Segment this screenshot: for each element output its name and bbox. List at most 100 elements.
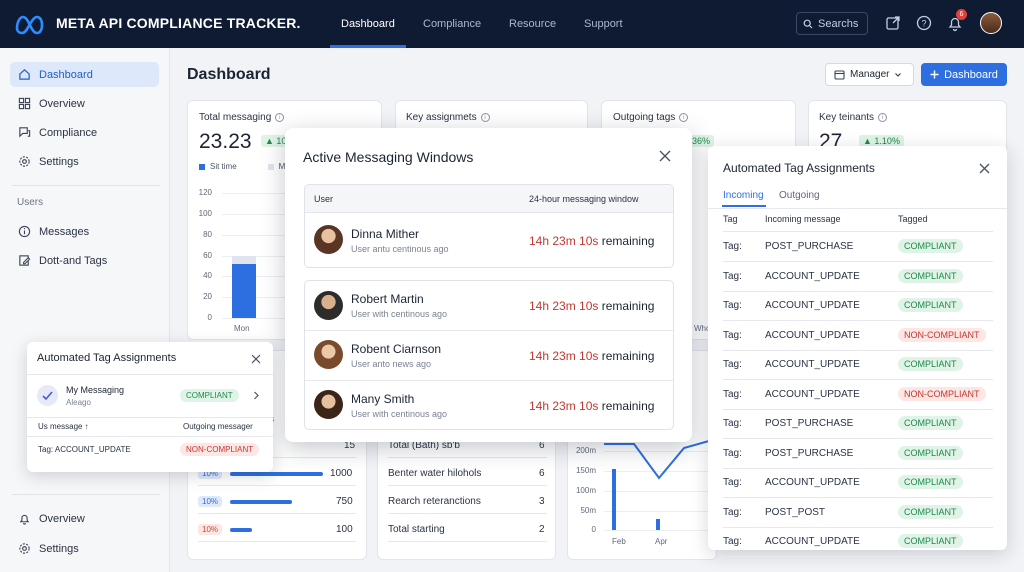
- status-badge: COMPLIANT: [898, 268, 963, 283]
- remaining-time-value: 14h 23m 10s: [529, 349, 599, 363]
- legend-label: Sit time: [210, 162, 237, 171]
- info-icon[interactable]: i: [480, 112, 490, 122]
- plus-icon: [930, 70, 939, 79]
- row-divider: [198, 541, 356, 542]
- user-name: Many Smith: [351, 392, 415, 406]
- sidebar-item-settings-bottom[interactable]: Settings: [10, 536, 159, 561]
- percent-badge: 10%: [198, 496, 223, 507]
- row-divider: [388, 457, 547, 458]
- row-divider: [198, 513, 356, 514]
- row-divider: [723, 526, 993, 528]
- chevron-right-icon[interactable]: [252, 391, 260, 400]
- sidebar-item-label: Dott-and Tags: [39, 254, 108, 267]
- row-divider: [27, 436, 273, 437]
- grid-line: [604, 530, 709, 531]
- edit-icon: [19, 255, 31, 266]
- y-tick-label: 120: [198, 188, 212, 197]
- legend-swatch: [267, 163, 274, 170]
- sidebar-item-overview-bottom[interactable]: Overview: [10, 506, 159, 531]
- column-header-window: 24-hour messaging window: [529, 194, 639, 204]
- close-icon[interactable]: [251, 354, 261, 364]
- modal-title: Active Messaging Windows: [303, 149, 474, 165]
- info-circle-icon: [18, 225, 31, 238]
- tab-incoming[interactable]: Incoming: [723, 190, 764, 201]
- tag-label: Tag:: [723, 506, 742, 518]
- y-tick-label: 50m: [580, 506, 596, 515]
- progress-bar: [230, 500, 292, 504]
- tag-label: Tag:: [723, 241, 742, 252]
- y-tick-label: 20: [203, 292, 212, 302]
- sidebar-item-compliance[interactable]: Compliance: [10, 120, 159, 145]
- y-tick-label: 100: [198, 208, 212, 218]
- user-avatar[interactable]: [980, 12, 1002, 34]
- status-badge: NON-COMPLIANT: [180, 443, 260, 456]
- add-dashboard-button[interactable]: Dashboard: [921, 63, 1007, 86]
- row-divider: [723, 320, 993, 321]
- column-header-tagged: Tagged: [898, 214, 928, 224]
- user-status: User with centinous ago: [351, 309, 448, 319]
- remaining-time: 14h 23m 10s remaining: [529, 399, 654, 413]
- search-button[interactable]: Searchs: [796, 12, 868, 35]
- user-name: Robert Martin: [351, 292, 424, 306]
- info-icon[interactable]: i: [275, 112, 285, 122]
- row-divider: [305, 330, 673, 331]
- tag-label: Tag:: [723, 388, 742, 400]
- close-icon[interactable]: [659, 150, 671, 162]
- y-tick-label: 40: [203, 271, 212, 281]
- remaining-time: 14h 23m 10s remaining: [529, 349, 654, 363]
- incoming-message: ACCOUNT_UPDATE: [765, 329, 860, 341]
- row-divider: [723, 379, 993, 380]
- nav-support[interactable]: Support: [584, 0, 623, 48]
- manager-select[interactable]: Manager: [825, 63, 914, 86]
- status-badge: COMPLIANT: [898, 445, 963, 460]
- incoming-message: ACCOUNT_UPDATE: [765, 300, 860, 311]
- help-icon[interactable]: ?: [915, 14, 933, 32]
- user-name: Robent Ciarnson: [351, 342, 442, 356]
- nav-resource[interactable]: Resource: [509, 0, 556, 48]
- check-circle-icon: [37, 385, 58, 406]
- bar: [232, 263, 256, 318]
- tab-outgoing[interactable]: Outgoing: [779, 190, 820, 201]
- sidebar-item-dashboard[interactable]: Dashboard: [10, 62, 159, 87]
- list-label: Benter water hilohols: [388, 468, 482, 479]
- sidebar-item-label: Dashboard: [39, 68, 93, 81]
- incoming-message: ACCOUNT_UPDATE: [765, 477, 860, 488]
- column-header[interactable]: Us message ↑: [38, 422, 89, 431]
- external-link-icon[interactable]: [884, 14, 902, 32]
- sidebar-item-tags[interactable]: Dott-and Tags: [10, 248, 159, 273]
- status-badge: COMPLIANT: [898, 416, 963, 430]
- y-tick-label: 60: [203, 250, 212, 260]
- nav-compliance[interactable]: Compliance: [423, 0, 481, 48]
- active-windows-table: User 24-hour messaging window Dinna Mith…: [304, 184, 674, 268]
- incoming-message: POST_PURCHASE: [765, 447, 854, 459]
- close-icon[interactable]: [979, 163, 990, 174]
- tab-indicator: [722, 205, 766, 207]
- remaining-time-value: 14h 23m 10s: [529, 234, 599, 248]
- trend-line: [604, 440, 709, 480]
- row-divider: [723, 290, 993, 292]
- sidebar-item-settings[interactable]: Settings: [10, 149, 159, 174]
- remaining-suffix: remaining: [601, 299, 655, 313]
- gear-icon: [19, 543, 30, 554]
- card-title: Total messaging i: [199, 112, 285, 123]
- meta-logo-icon[interactable]: [14, 12, 46, 36]
- row-divider: [27, 417, 273, 418]
- info-icon[interactable]: i: [679, 112, 689, 122]
- home-icon: [19, 69, 30, 80]
- avatar: [314, 340, 343, 369]
- sidebar-divider: [12, 185, 160, 186]
- remaining-suffix: remaining: [601, 349, 655, 363]
- row-divider: [27, 374, 273, 375]
- nav-dashboard[interactable]: Dashboard: [330, 0, 406, 48]
- y-tick-label: 200m: [575, 446, 596, 455]
- x-tick-label: Feb: [612, 537, 626, 546]
- row-divider: [723, 408, 993, 410]
- avatar: [314, 390, 343, 419]
- status-badge: NON-COMPLIANT: [898, 386, 986, 401]
- sidebar-item-messages[interactable]: Messages: [10, 219, 159, 244]
- row-divider: [305, 380, 673, 381]
- info-icon[interactable]: i: [878, 112, 888, 122]
- sidebar-item-overview[interactable]: Overview: [10, 91, 159, 116]
- column-header-tag: Tag: [723, 214, 738, 224]
- bell-icon: [19, 514, 30, 525]
